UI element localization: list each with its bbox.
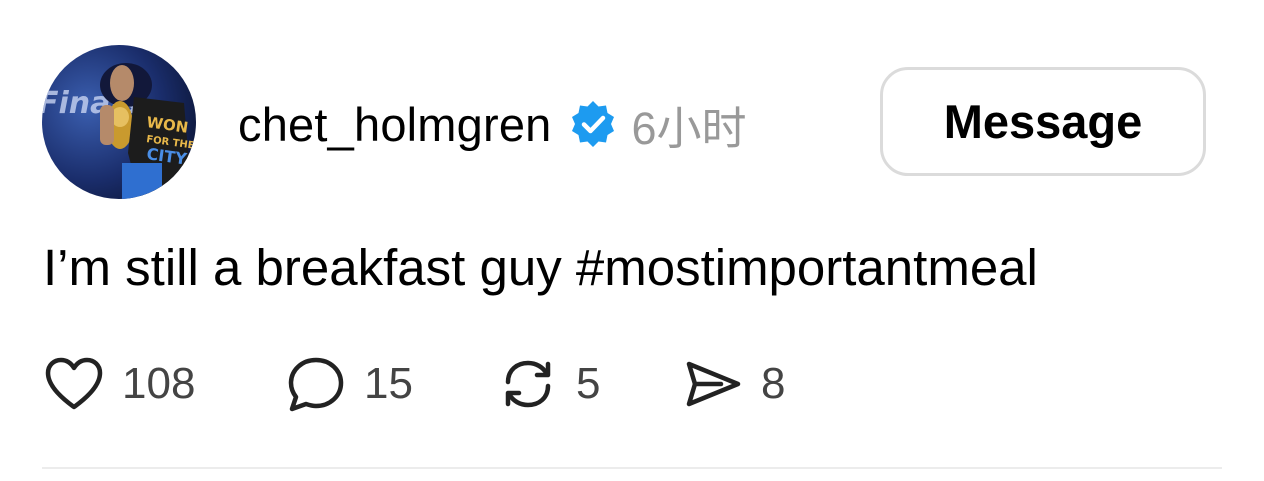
avatar[interactable]: Finals WON FOR THE CITY [42,45,196,199]
message-button[interactable]: Message [880,67,1206,176]
player-holding-trophy-avatar-icon: Finals WON FOR THE CITY [42,45,196,199]
like-count: 108 [122,359,196,408]
post-timestamp: 6小时 [631,102,747,154]
repost-count: 5 [576,359,601,408]
share-count: 8 [761,359,786,408]
post-text: I’m still a breakfast guy #mostimportant… [43,239,1038,296]
repost-icon [496,352,560,416]
like-button[interactable]: 108 [42,352,284,416]
verified-badge-icon [568,99,618,149]
post-header: chet_holmgren 6小时 [238,94,747,154]
username[interactable]: chet_holmgren [238,97,552,152]
comment-button[interactable]: 15 [284,352,496,416]
comment-count: 15 [364,359,413,408]
share-button[interactable]: 8 [681,352,785,416]
heart-icon [42,352,106,416]
post-card: Finals WON FOR THE CITY chet_holmgren 6小… [0,0,1264,481]
send-icon [681,352,745,416]
repost-button[interactable]: 5 [496,352,681,416]
divider [42,467,1222,469]
comment-bubble-icon [284,352,348,416]
post-actions: 108 15 5 8 [42,352,785,416]
